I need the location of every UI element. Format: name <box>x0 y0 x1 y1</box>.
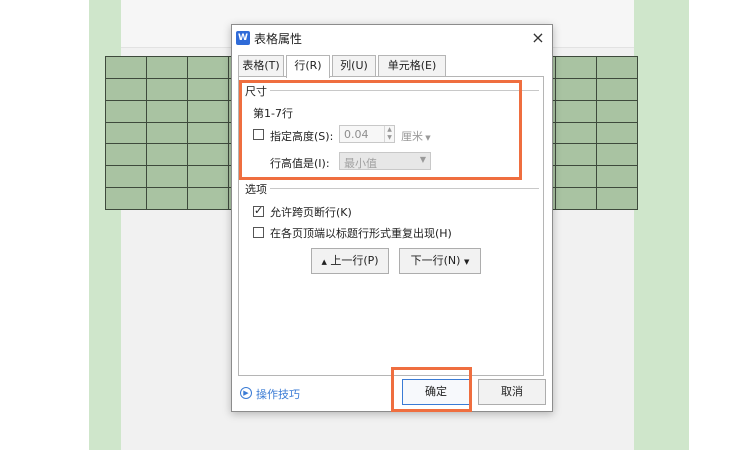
previous-row-label: 上一行(P) <box>330 254 379 267</box>
table-cell[interactable] <box>105 143 147 167</box>
table-cell[interactable] <box>186 56 229 79</box>
table-cell[interactable] <box>555 143 598 167</box>
table-cell[interactable] <box>105 165 147 189</box>
table-cell[interactable] <box>145 187 188 210</box>
tab-row[interactable]: 行(R) <box>286 55 330 78</box>
options-group-divider <box>269 188 539 189</box>
table-cell[interactable] <box>105 187 147 210</box>
repeat-header-label: 在各页顶端以标题行形式重复出现(H) <box>270 227 452 240</box>
table-cell[interactable] <box>186 77 229 101</box>
table-cell[interactable] <box>145 56 188 79</box>
previous-row-button[interactable]: ▲ 上一行(P) <box>311 248 389 274</box>
row-height-is-select[interactable]: 最小值 ▼ <box>339 152 431 170</box>
height-unit-dropdown[interactable]: 厘米 ▼ <box>401 128 431 144</box>
table-cell[interactable] <box>596 99 638 123</box>
height-spinbox[interactable]: 0.04 ▲ ▼ <box>339 125 395 143</box>
allow-row-break-checkbox[interactable] <box>253 204 264 217</box>
table-cell[interactable] <box>105 121 147 145</box>
arrow-down-icon: ▼ <box>463 258 470 266</box>
table-cell[interactable] <box>105 56 147 79</box>
table-cell[interactable] <box>186 165 229 189</box>
dialog-title: 表格属性 <box>254 32 303 46</box>
dialog-titlebar: W 表格属性 × <box>232 25 552 51</box>
table-cell[interactable] <box>186 99 229 123</box>
table-cell[interactable] <box>145 165 188 189</box>
ok-button[interactable]: 确定 <box>402 379 470 405</box>
rows-range-label: 第1-7行 <box>253 107 293 120</box>
next-row-label: 下一行(N) <box>410 254 461 267</box>
table-cell[interactable] <box>596 77 638 101</box>
table-cell[interactable] <box>596 165 638 189</box>
size-group-divider <box>269 90 539 91</box>
size-group-title: 尺寸 <box>245 83 270 99</box>
specify-height-checkbox[interactable] <box>253 129 264 140</box>
tab-column[interactable]: 列(U) <box>332 55 376 77</box>
spin-up-icon[interactable]: ▲ <box>384 126 394 134</box>
table-cell[interactable] <box>186 143 229 167</box>
table-cell[interactable] <box>555 187 598 210</box>
row-tab-panel: 尺寸 第1-7行 指定高度(S): 0.04 ▲ ▼ 厘米 ▼ 行高值是(I):… <box>238 76 544 376</box>
play-help-icon[interactable]: ▶ <box>240 387 252 399</box>
table-cell[interactable] <box>555 77 598 101</box>
chevron-down-icon: ▼ <box>423 134 431 142</box>
specify-height-label: 指定高度(S): <box>270 130 334 143</box>
table-cell[interactable] <box>596 187 638 210</box>
table-cell[interactable] <box>555 165 598 189</box>
table-cell[interactable] <box>186 187 229 210</box>
row-height-is-label: 行高值是(I): <box>270 157 330 170</box>
table-cell[interactable] <box>145 121 188 145</box>
table-cell[interactable] <box>105 99 147 123</box>
table-cell[interactable] <box>145 77 188 101</box>
allow-row-break-label: 允许跨页断行(K) <box>270 206 352 219</box>
wps-writer-icon: W <box>236 31 250 45</box>
tab-table[interactable]: 表格(T) <box>238 55 284 77</box>
options-group-title: 选项 <box>245 181 270 197</box>
table-cell[interactable] <box>555 121 598 145</box>
repeat-header-checkbox[interactable] <box>253 227 264 238</box>
next-row-button[interactable]: 下一行(N) ▼ <box>399 248 481 274</box>
operation-tips-link[interactable]: 操作技巧 <box>256 386 300 402</box>
table-cell[interactable] <box>105 77 147 101</box>
height-value: 0.04 <box>344 128 369 141</box>
table-cell[interactable] <box>555 99 598 123</box>
table-cell[interactable] <box>596 56 638 79</box>
chevron-down-icon: ▼ <box>419 155 426 164</box>
table-cell[interactable] <box>186 121 229 145</box>
table-cell[interactable] <box>555 56 598 79</box>
height-unit-label: 厘米 <box>401 130 423 143</box>
close-icon: × <box>531 28 545 47</box>
table-cell[interactable] <box>145 143 188 167</box>
table-cell[interactable] <box>596 143 638 167</box>
table-cell[interactable] <box>145 99 188 123</box>
cancel-button[interactable]: 取消 <box>478 379 546 405</box>
arrow-up-icon: ▲ <box>321 258 327 266</box>
close-button[interactable]: × <box>528 28 548 48</box>
row-height-is-value: 最小值 <box>344 157 377 170</box>
spin-down-icon[interactable]: ▼ <box>384 134 394 142</box>
table-cell[interactable] <box>596 121 638 145</box>
tab-cell[interactable]: 单元格(E) <box>378 55 446 77</box>
table-properties-dialog: W 表格属性 × 表格(T) 行(R) 列(U) 单元格(E) 尺寸 第1-7行… <box>231 24 553 412</box>
